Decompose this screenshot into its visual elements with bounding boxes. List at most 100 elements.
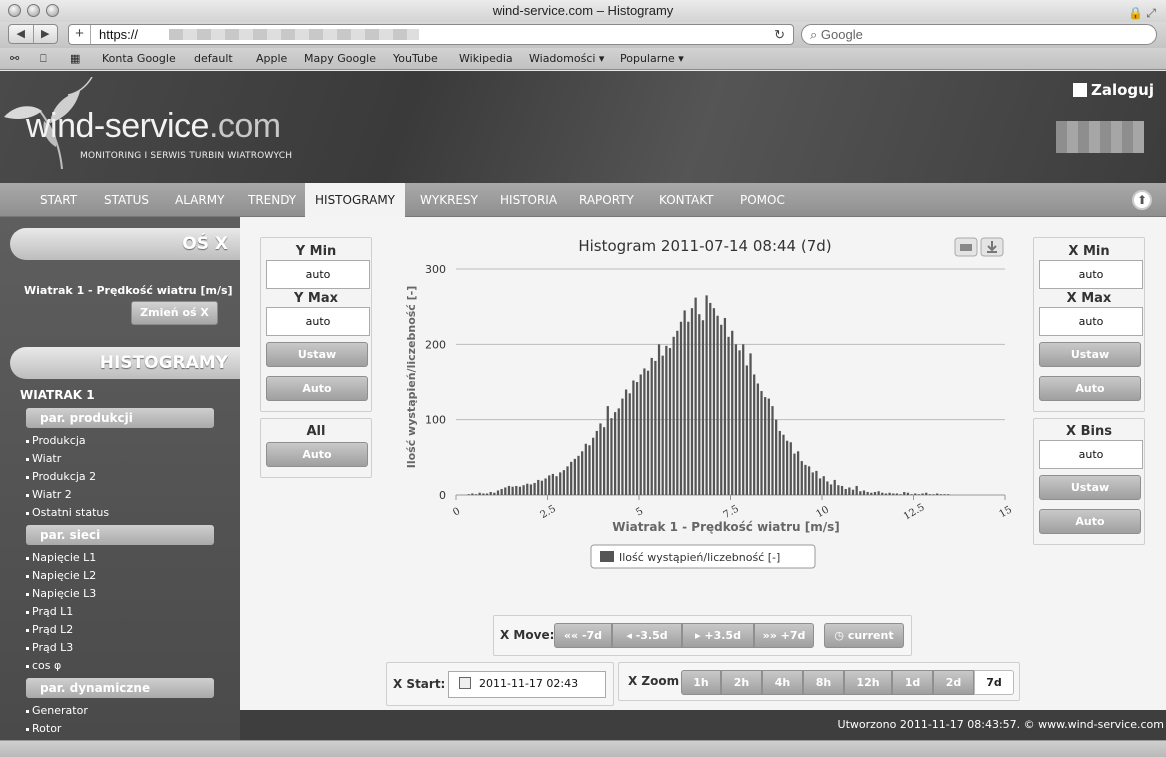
histogram-bar[interactable]: [943, 494, 946, 495]
histogram-bar[interactable]: [903, 491, 906, 495]
histogram-bar[interactable]: [639, 374, 642, 495]
histogram-bar[interactable]: [826, 481, 829, 495]
sidebar-item-napiecie-l2[interactable]: Napięcie L2: [25, 569, 96, 582]
current-button[interactable]: ◷ current: [824, 623, 904, 648]
nav-kontakt[interactable]: KONTAKT: [659, 183, 714, 217]
histogram-bar[interactable]: [822, 476, 825, 495]
histogram-bar[interactable]: [665, 345, 668, 495]
sidebar-item-generator[interactable]: Generator: [26, 704, 88, 717]
back-button[interactable]: ◀: [9, 25, 34, 43]
histogram-bar[interactable]: [870, 492, 873, 495]
histogram-bar[interactable]: [566, 466, 569, 495]
histogram-bar[interactable]: [807, 466, 811, 495]
site-logo[interactable]: wind-service.com: [26, 107, 281, 146]
histogram-bar[interactable]: [507, 485, 511, 495]
zoom-window-button[interactable]: [46, 4, 59, 17]
histogram-bar[interactable]: [592, 437, 595, 495]
sidebar-item-wiatr-2[interactable]: Wiatr 2: [26, 488, 72, 501]
histogram-bar[interactable]: [720, 324, 723, 495]
move-minus-7d-button[interactable]: «« -7d: [554, 623, 612, 648]
histogram-bar[interactable]: [709, 302, 712, 495]
zoom-1h-button[interactable]: 1h: [681, 670, 721, 695]
nav-trendy[interactable]: TRENDY: [248, 183, 296, 217]
histogram-bar[interactable]: [914, 493, 917, 495]
histogram-bar[interactable]: [628, 393, 631, 495]
bookmark-item[interactable]: Wiadomości ▾: [529, 48, 604, 69]
histogram-bar[interactable]: [551, 473, 555, 495]
histogram-bar[interactable]: [544, 478, 547, 495]
histogram-bar[interactable]: [613, 412, 617, 495]
histogram-bar[interactable]: [474, 494, 478, 495]
histogram-bar[interactable]: [742, 344, 745, 495]
histogram-bar[interactable]: [818, 478, 822, 495]
nav-start[interactable]: START: [40, 183, 77, 217]
histogram-bar[interactable]: [859, 491, 862, 495]
histogram-bar[interactable]: [789, 442, 792, 495]
histogram-bar[interactable]: [581, 451, 584, 495]
zoom-1d-button[interactable]: 1d: [892, 670, 933, 695]
histogram-bar[interactable]: [562, 470, 565, 495]
sidebar-item-wiatr[interactable]: Wiatr: [25, 452, 61, 465]
histogram-bar[interactable]: [493, 492, 496, 495]
histogram-bar[interactable]: [599, 423, 602, 495]
bookmark-item[interactable]: Mapy Google: [304, 48, 376, 69]
sidebar-item-rotor[interactable]: Rotor: [25, 722, 61, 735]
histogram-bar[interactable]: [848, 487, 851, 495]
chart-legend[interactable]: Ilość wystąpień/liczebność [-]: [590, 544, 816, 569]
sidebar-item-napiecie-l1[interactable]: Napięcie L1: [25, 551, 96, 564]
histogram-bar[interactable]: [485, 493, 489, 495]
histogram-bar[interactable]: [529, 484, 533, 495]
histogram-bar[interactable]: [657, 344, 661, 495]
histogram-bar[interactable]: [749, 353, 752, 495]
histogram-bar[interactable]: [873, 491, 877, 495]
reload-icon[interactable]: ↻: [774, 25, 785, 44]
histogram-bar[interactable]: [540, 480, 544, 495]
y-auto-button[interactable]: Auto: [266, 376, 368, 401]
histogram-bar[interactable]: [654, 360, 657, 495]
histogram-bar[interactable]: [837, 485, 840, 495]
histogram-bar[interactable]: [511, 486, 514, 495]
histogram-bar[interactable]: [884, 493, 888, 495]
histogram-bar[interactable]: [723, 317, 727, 495]
histogram-bar[interactable]: [522, 485, 525, 495]
nav-status[interactable]: STATUS: [104, 183, 149, 217]
histogram-bar[interactable]: [786, 440, 789, 495]
histogram-bar[interactable]: [504, 487, 507, 495]
nav-historia[interactable]: HISTORIA: [500, 183, 557, 217]
nav-pomoc[interactable]: POMOC: [740, 183, 785, 217]
histogram-bar[interactable]: [672, 336, 675, 495]
histogram-bar[interactable]: [701, 320, 705, 495]
group-dynamic[interactable]: par. dynamiczne: [26, 678, 214, 698]
histogram-bar[interactable]: [482, 493, 485, 495]
histogram-bar[interactable]: [895, 493, 899, 495]
group-grid[interactable]: par. sieci: [26, 525, 214, 545]
histogram-bar[interactable]: [906, 492, 910, 495]
histogram-bar[interactable]: [500, 488, 503, 495]
histogram-bar[interactable]: [727, 336, 730, 495]
sidebar-item-prad-l2[interactable]: Prąd L2: [25, 623, 73, 636]
xmax-input[interactable]: auto: [1039, 307, 1143, 336]
x-set-button[interactable]: Ustaw: [1039, 342, 1141, 367]
y-set-button[interactable]: Ustaw: [266, 342, 368, 367]
histogram-bar[interactable]: [588, 445, 591, 495]
histogram-bar[interactable]: [690, 308, 694, 495]
scroll-up-icon[interactable]: ⬆: [1132, 190, 1152, 210]
move-plus-3-5d-button[interactable]: ▸ +3.5d: [682, 623, 754, 648]
download-icon[interactable]: [980, 237, 1004, 257]
xbins-input[interactable]: auto: [1039, 440, 1143, 469]
histogram-bar[interactable]: [840, 485, 844, 495]
close-window-button[interactable]: [8, 4, 21, 17]
ymax-input[interactable]: auto: [266, 307, 370, 336]
bookmark-item[interactable]: default: [194, 48, 233, 69]
bookmark-item[interactable]: Popularne ▾: [620, 48, 684, 69]
histogram-bar[interactable]: [851, 489, 855, 495]
move-plus-7d-button[interactable]: »» +7d: [754, 623, 814, 648]
sidebar-item-prad-l3[interactable]: Prąd L3: [25, 641, 73, 654]
histogram-bar[interactable]: [910, 494, 913, 495]
bookmark-item[interactable]: YouTube: [393, 48, 438, 69]
bookmark-item[interactable]: Wikipedia: [459, 48, 513, 69]
histogram-bar[interactable]: [782, 434, 785, 495]
histogram-bar[interactable]: [833, 479, 836, 495]
histogram-bar[interactable]: [643, 368, 646, 495]
histogram-bar[interactable]: [804, 464, 807, 495]
